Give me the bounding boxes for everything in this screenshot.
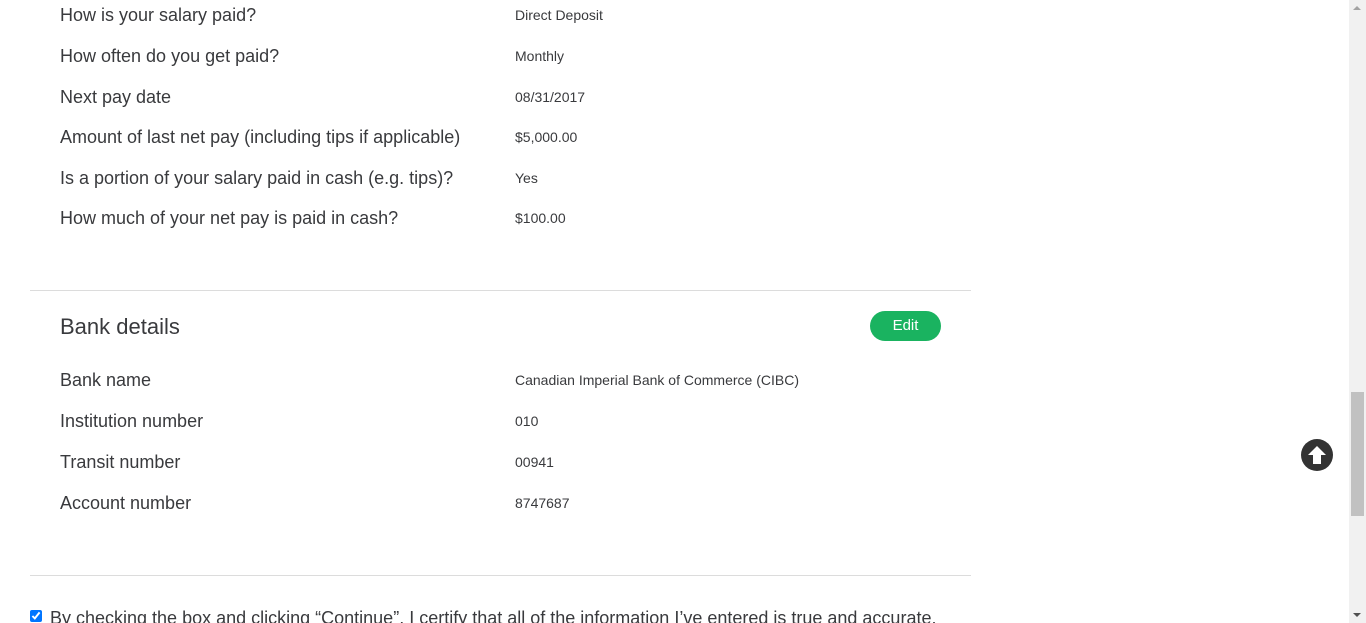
arrow-up-circle-icon <box>1308 446 1326 464</box>
institution-number-value: 010 <box>515 413 539 429</box>
section-divider <box>30 290 971 291</box>
pay-frequency-row: How often do you get paid? Monthly <box>60 44 960 68</box>
cash-portion-row: Is a portion of your salary paid in cash… <box>60 166 960 190</box>
scroll-up-arrow-icon[interactable] <box>1353 6 1361 10</box>
last-net-pay-value: $5,000.00 <box>515 129 578 145</box>
certify-checkbox[interactable] <box>30 610 42 622</box>
next-pay-date-label: Next pay date <box>60 87 172 107</box>
scroll-to-top-button[interactable] <box>1301 439 1333 471</box>
last-net-pay-label: Amount of last net pay (including tips i… <box>60 127 461 147</box>
bank-name-value: Canadian Imperial Bank of Commerce (CIBC… <box>515 372 799 388</box>
cash-amount-row: How much of your net pay is paid in cash… <box>60 206 960 230</box>
scroll-down-arrow-icon[interactable] <box>1353 613 1361 617</box>
salary-method-value: Direct Deposit <box>515 7 603 23</box>
transit-number-row: Transit number 00941 <box>60 450 960 474</box>
salary-method-row: How is your salary paid? Direct Deposit <box>60 3 960 27</box>
institution-number-row: Institution number 010 <box>60 409 960 433</box>
account-number-row: Account number 8747687 <box>60 491 960 515</box>
bank-details-heading: Bank details <box>60 314 180 339</box>
pay-frequency-value: Monthly <box>515 48 565 64</box>
account-number-value: 8747687 <box>515 495 570 511</box>
next-pay-date-value: 08/31/2017 <box>515 89 586 105</box>
cash-portion-value: Yes <box>515 170 538 186</box>
last-net-pay-row: Amount of last net pay (including tips i… <box>60 125 960 149</box>
page-content: How is your salary paid? Direct Deposit … <box>0 0 1349 623</box>
transit-number-label: Transit number <box>60 452 181 472</box>
cash-amount-value: $100.00 <box>515 210 566 226</box>
salary-method-label: How is your salary paid? <box>60 5 257 25</box>
certify-label[interactable]: By checking the box and clicking “Contin… <box>50 606 936 623</box>
account-number-label: Account number <box>60 493 192 513</box>
scrollbar-thumb[interactable] <box>1351 392 1364 516</box>
institution-number-label: Institution number <box>60 411 204 431</box>
pay-frequency-label: How often do you get paid? <box>60 46 280 66</box>
page-scrollbar[interactable] <box>1349 0 1366 623</box>
bank-name-label: Bank name <box>60 370 152 390</box>
next-pay-date-row: Next pay date 08/31/2017 <box>60 85 960 109</box>
certification-consent: By checking the box and clicking “Contin… <box>30 606 1030 623</box>
transit-number-value: 00941 <box>515 454 554 470</box>
edit-bank-details-button[interactable]: Edit <box>870 311 941 341</box>
cash-amount-label: How much of your net pay is paid in cash… <box>60 208 399 228</box>
cash-portion-label: Is a portion of your salary paid in cash… <box>60 168 454 188</box>
section-divider <box>30 575 971 576</box>
bank-name-row: Bank name Canadian Imperial Bank of Comm… <box>60 368 960 392</box>
